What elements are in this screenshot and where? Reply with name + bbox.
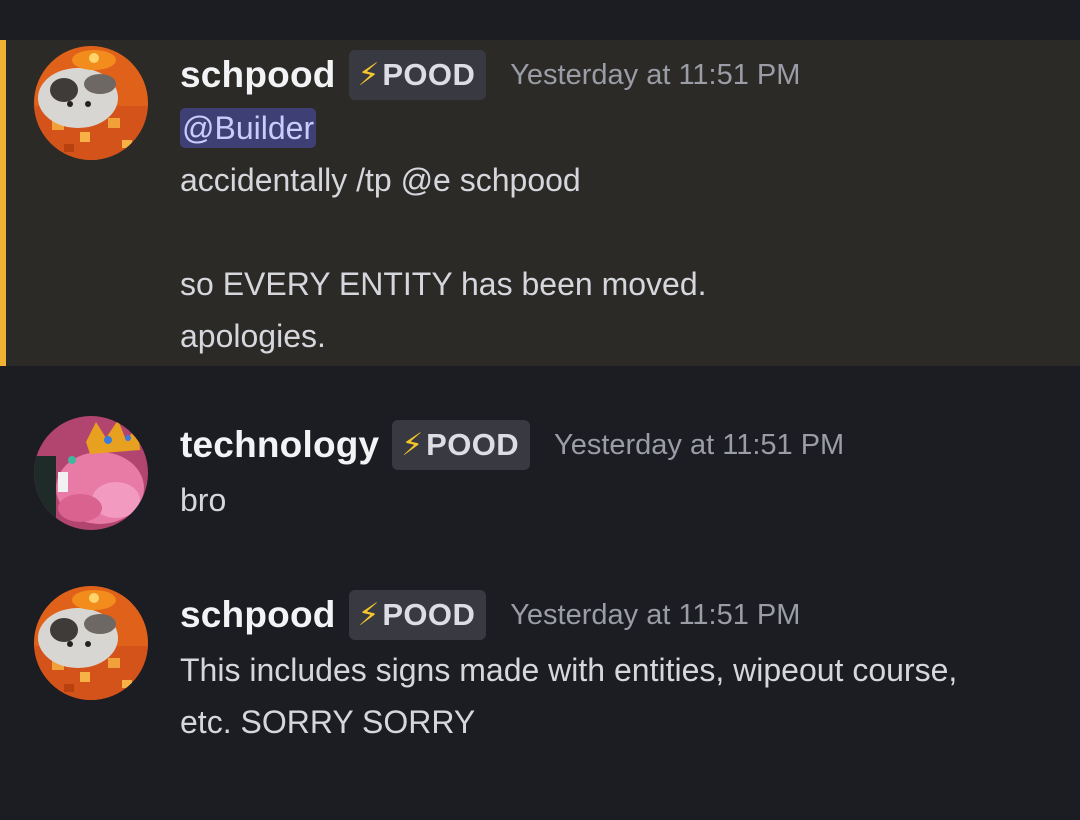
lightning-bolt-icon: ⚡: [357, 596, 380, 633]
message-timestamp[interactable]: Yesterday at 11:51 PM: [510, 59, 800, 92]
lightning-bolt-icon: ⚡: [401, 426, 424, 463]
message-timestamp[interactable]: Yesterday at 11:51 PM: [510, 599, 800, 632]
message-line: etc. SORRY SORRY: [180, 704, 476, 740]
message-header: technology ⚡ POOD Yesterday at 11:51 PM: [180, 418, 844, 472]
message-line: @Builder: [180, 102, 317, 154]
server-tag-label: POOD: [426, 427, 520, 462]
message-line: accidentally /tp @e schpood: [180, 162, 581, 198]
username[interactable]: schpood: [180, 594, 336, 636]
cat-avatar-icon[interactable]: [34, 46, 148, 160]
mention-highlight-bar: [0, 40, 6, 366]
server-tag-badge[interactable]: ⚡ POOD: [392, 420, 531, 470]
message-header: schpood ⚡ POOD Yesterday at 11:51 PM: [180, 588, 800, 642]
message-line: so EVERY ENTITY has been moved.: [180, 266, 707, 302]
server-tag-badge[interactable]: ⚡ POOD: [348, 50, 487, 100]
message-1: schpood ⚡ POOD Yesterday at 11:51 PM @Bu…: [0, 40, 1080, 366]
message-2: technology ⚡ POOD Yesterday at 11:51 PM …: [0, 410, 1080, 540]
message-header: schpood ⚡ POOD Yesterday at 11:51 PM: [180, 48, 800, 102]
message-timestamp[interactable]: Yesterday at 11:51 PM: [554, 429, 844, 462]
server-tag-label: POOD: [382, 57, 476, 92]
user-mention[interactable]: @Builder: [180, 108, 317, 148]
server-tag-badge[interactable]: ⚡ POOD: [348, 590, 487, 640]
message-3: schpood ⚡ POOD Yesterday at 11:51 PM Thi…: [0, 580, 1080, 760]
server-tag-label: POOD: [382, 597, 476, 632]
username[interactable]: technology: [180, 424, 379, 466]
message-line: This includes signs made with entities, …: [180, 652, 958, 688]
lightning-bolt-icon: ⚡: [357, 56, 380, 93]
pink-creature-avatar-icon[interactable]: [34, 416, 148, 530]
message-line: bro: [180, 482, 227, 518]
username[interactable]: schpood: [180, 54, 336, 96]
message-line: apologies.: [180, 318, 326, 354]
cat-avatar-icon[interactable]: [34, 586, 148, 700]
